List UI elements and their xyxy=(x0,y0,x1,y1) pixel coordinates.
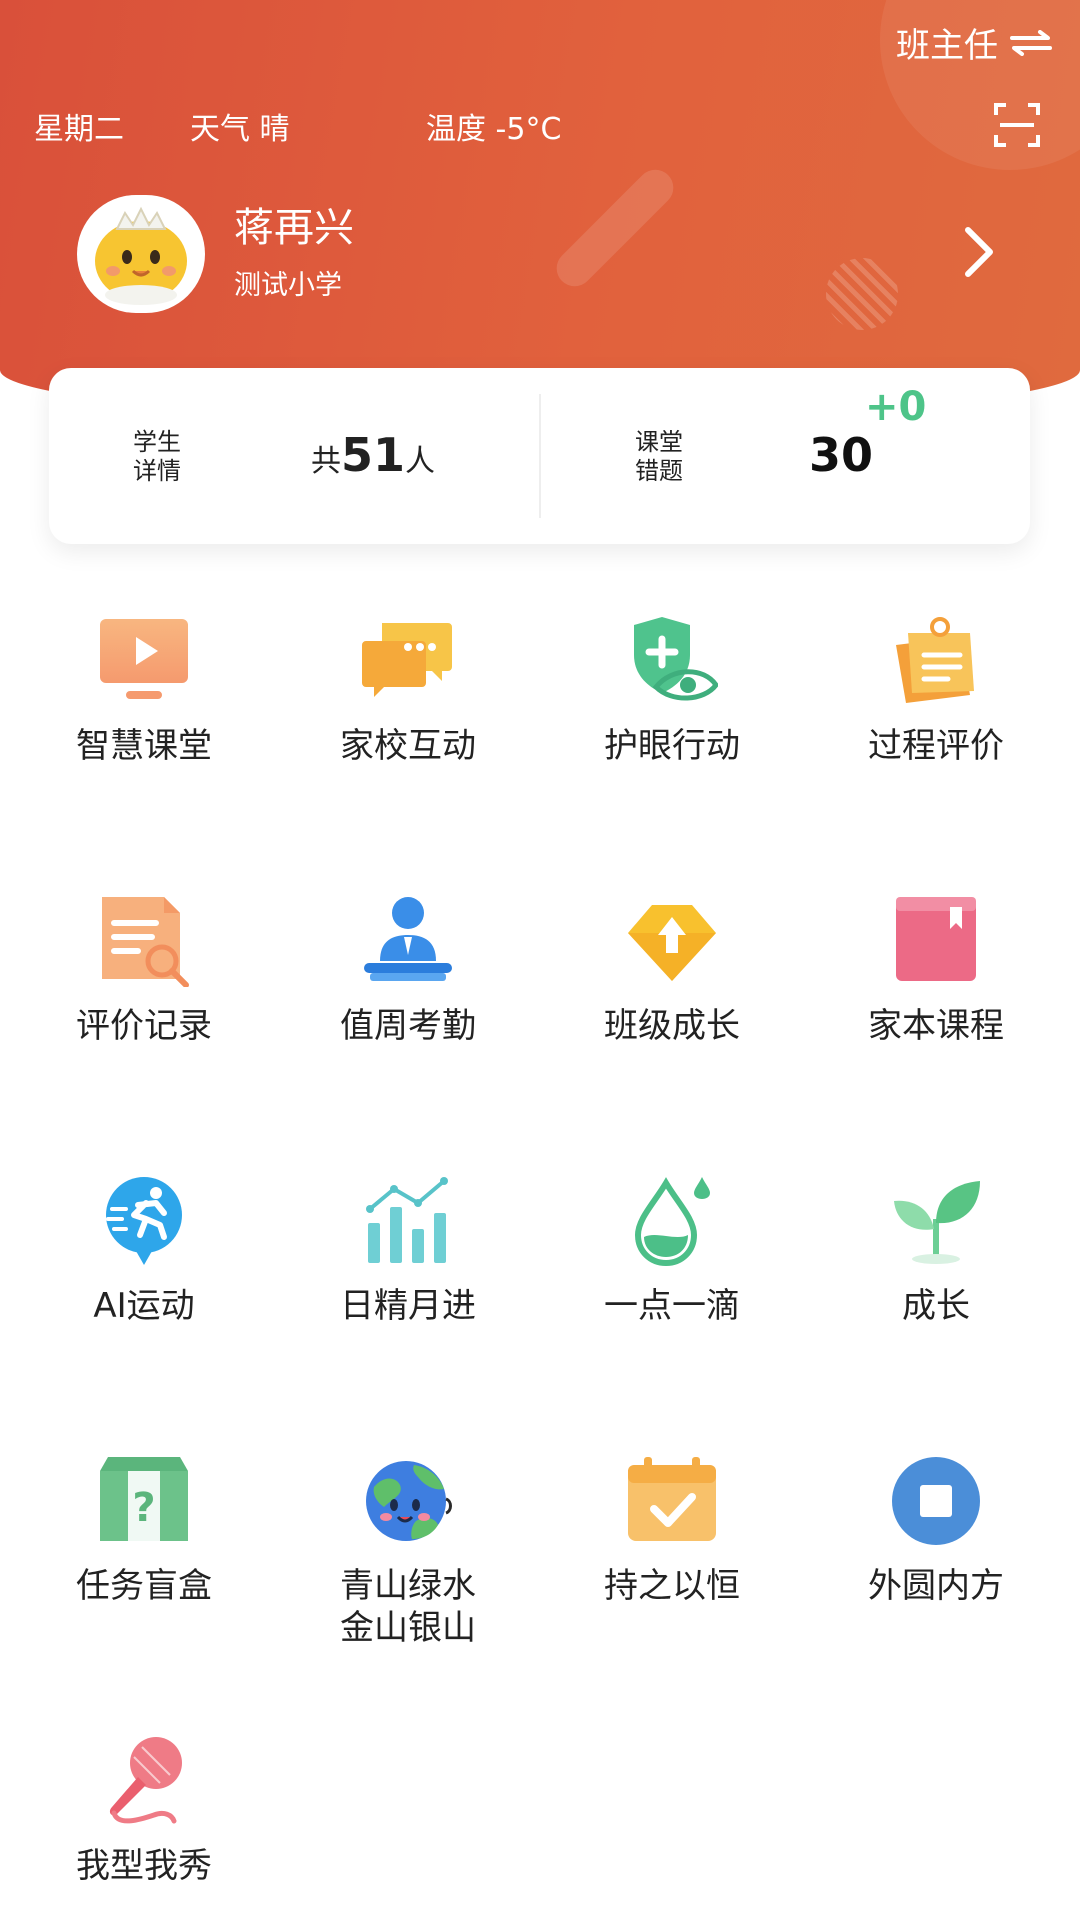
header-banner: 班主任 星期二 天气 晴 温度 -5°C 蒋再兴 测试小学 xyxy=(0,0,1080,420)
grid-label: 我型我秀 xyxy=(76,1846,212,1886)
grid-item-daily-progress[interactable]: 日精月进 xyxy=(278,1175,538,1326)
grid-label: 智慧课堂 xyxy=(76,726,212,766)
grid-item-home-school[interactable]: 家校互动 xyxy=(278,615,538,766)
role-switch-button[interactable]: 班主任 xyxy=(896,18,1052,67)
avatar[interactable] xyxy=(77,195,205,313)
clipboard-icon xyxy=(896,617,974,703)
grid-item-round-square[interactable]: 外圆内方 xyxy=(806,1455,1066,1606)
decor-stripe xyxy=(549,162,681,294)
student-count: 共51人 xyxy=(311,428,435,482)
class-wrong-questions-button[interactable]: 课堂 错题 xyxy=(541,368,1030,544)
student-details-label: 学生 详情 xyxy=(133,428,181,486)
grid-item-process-eval[interactable]: 过程评价 xyxy=(806,615,1066,766)
decor-hatch xyxy=(826,258,898,330)
diamond-arrow-icon xyxy=(628,905,716,981)
grid-label: 持之以恒 xyxy=(604,1566,740,1606)
label-line: 课堂 xyxy=(635,428,683,456)
video-screen-icon xyxy=(100,619,188,699)
grid-label: 护眼行动 xyxy=(604,726,740,766)
stats-card: 学生 详情 共51人 课堂 错题 30 +0 xyxy=(49,368,1030,544)
bar-chart-icon xyxy=(366,1177,448,1263)
switch-arrows-icon xyxy=(1010,29,1052,56)
label-line: 详情 xyxy=(133,457,181,485)
grid-item-home-course[interactable]: 家本课程 xyxy=(806,895,1066,1046)
grid-item-green-mountains[interactable]: 青山绿水 金山银山 xyxy=(278,1455,538,1655)
school-name: 测试小学 xyxy=(234,270,342,301)
grid-item-show-yourself[interactable]: 我型我秀 xyxy=(14,1735,274,1886)
grid-label: 外圆内方 xyxy=(868,1566,1004,1606)
grid-item-bit-by-bit[interactable]: 一点一滴 xyxy=(542,1175,802,1326)
count-suffix: 人 xyxy=(405,444,436,479)
grid-item-weekly-attendance[interactable]: 值周考勤 xyxy=(278,895,538,1046)
eye-shield-icon xyxy=(634,617,718,701)
wrong-questions-label: 课堂 错题 xyxy=(635,428,683,486)
chick-avatar-icon xyxy=(95,206,187,305)
user-name: 蒋再兴 xyxy=(234,205,354,251)
grid-label: 任务盲盒 xyxy=(76,1566,212,1606)
earth-icon xyxy=(366,1461,452,1541)
role-label: 班主任 xyxy=(896,26,998,66)
label-line: 学生 xyxy=(133,428,181,456)
grid-label: 值周考勤 xyxy=(340,1006,476,1046)
record-search-icon xyxy=(102,897,189,987)
chat-bubbles-icon xyxy=(362,623,452,697)
scan-icon[interactable] xyxy=(994,103,1040,147)
grid-item-smart-classroom[interactable]: 智慧课堂 xyxy=(14,615,274,766)
grid-item-eval-record[interactable]: 评价记录 xyxy=(14,895,274,1046)
svg-text:?: ? xyxy=(132,1485,155,1531)
grid-item-task-box[interactable]: ? 任务盲盒 xyxy=(14,1455,274,1606)
chevron-right-icon[interactable] xyxy=(962,224,996,280)
grid-item-eye-care[interactable]: 护眼行动 xyxy=(542,615,802,766)
grid-item-class-growth[interactable]: 班级成长 xyxy=(542,895,802,1046)
sprout-icon xyxy=(894,1181,980,1264)
grid-label: 日精月进 xyxy=(340,1286,476,1326)
podium-person-icon xyxy=(364,897,452,981)
grid-label: 过程评价 xyxy=(868,726,1004,766)
calendar-check-icon xyxy=(628,1457,716,1541)
microphone-icon xyxy=(109,1737,182,1824)
running-man-icon xyxy=(106,1177,182,1265)
book-icon xyxy=(896,897,976,981)
grid-label: 青山绿水 金山银山 xyxy=(340,1566,476,1648)
temperature-text: 温度 -5°C xyxy=(426,112,562,147)
student-details-button[interactable]: 学生 详情 共51人 xyxy=(49,368,539,544)
grid-label: 班级成长 xyxy=(604,1006,740,1046)
wrong-question-delta: +0 xyxy=(865,384,927,430)
wrong-question-count: 30 xyxy=(809,428,874,482)
grid-item-ai-sport[interactable]: AI运动 xyxy=(14,1175,274,1326)
weekday-text: 星期二 xyxy=(34,112,124,147)
grid-item-growth[interactable]: 成长 xyxy=(806,1175,1066,1326)
grid-label: 成长 xyxy=(902,1286,970,1326)
label-line: 错题 xyxy=(635,457,683,485)
grid-label: 评价记录 xyxy=(76,1006,212,1046)
weather-text: 天气 晴 xyxy=(190,112,290,147)
grid-label: 一点一滴 xyxy=(604,1286,740,1326)
grid-label: AI运动 xyxy=(93,1286,195,1326)
count-prefix: 共 xyxy=(311,444,341,479)
grid-item-perseverance[interactable]: 持之以恒 xyxy=(542,1455,802,1606)
water-drop-icon xyxy=(634,1177,710,1267)
mystery-box-icon: ? xyxy=(100,1457,188,1541)
grid-label: 家校互动 xyxy=(340,726,476,766)
circle-square-icon xyxy=(892,1457,980,1545)
count-number: 51 xyxy=(341,428,406,482)
grid-label: 家本课程 xyxy=(868,1006,1004,1046)
